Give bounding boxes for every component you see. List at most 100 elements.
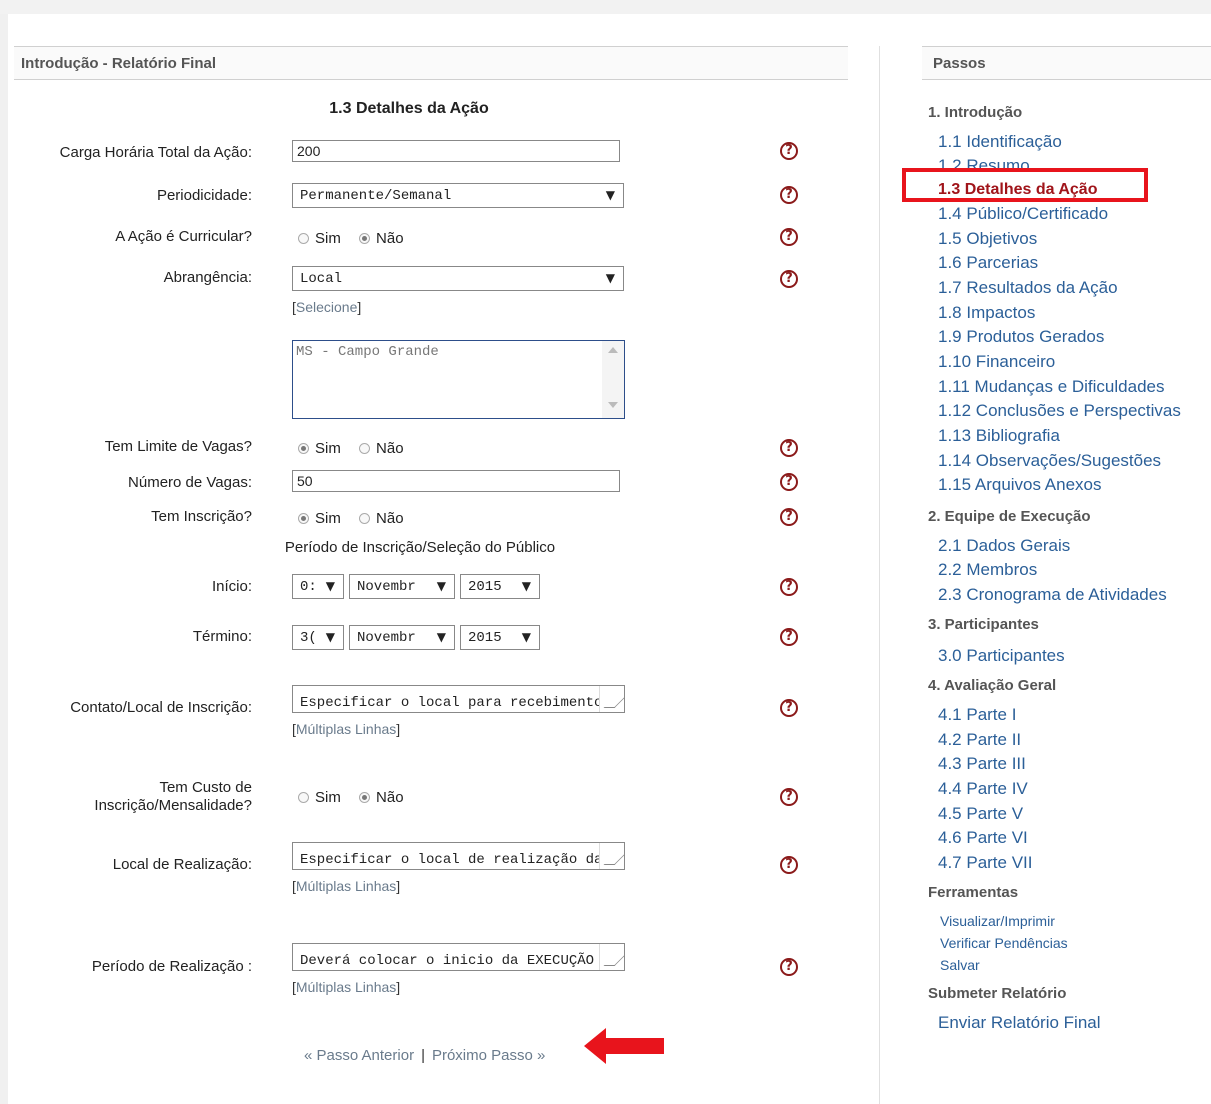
- dropdown-arrow-icon: ▼: [521, 579, 531, 593]
- inscricao-sim-radio[interactable]: Sim: [298, 510, 341, 527]
- panel-title: Introdução - Relatório Final: [21, 55, 217, 72]
- inscricao-nao-radio[interactable]: Não: [359, 510, 404, 527]
- termino-year-select[interactable]: 2015 ▼: [460, 625, 540, 650]
- dropdown-arrow-icon: ▼: [521, 630, 531, 644]
- periodicidade-select[interactable]: Permanente/Semanal ▼: [292, 183, 624, 208]
- multiplas-linhas-link[interactable]: Múltiplas Linhas: [296, 721, 396, 737]
- dropdown-arrow-icon: ▼: [436, 579, 446, 593]
- resize-grip-icon[interactable]: [599, 944, 624, 970]
- contato-label: Contato/Local de Inscrição:: [70, 699, 252, 716]
- step-1-6[interactable]: 1.6 Parcerias: [938, 253, 1038, 273]
- periodicidade-label: Periodicidade:: [156, 187, 252, 204]
- help-icon[interactable]: ?: [780, 473, 798, 491]
- step-1-4[interactable]: 1.4 Público/Certificado: [938, 204, 1108, 224]
- selecione-link-wrap: [Selecione]: [292, 299, 362, 315]
- step-2-2[interactable]: 2.2 Membros: [938, 560, 1037, 580]
- sidebar-title: Passos: [933, 55, 986, 72]
- help-icon[interactable]: ?: [780, 186, 798, 204]
- multiplas-linhas-wrap: [Múltiplas Linhas]: [292, 721, 401, 737]
- step-2-3[interactable]: 2.3 Cronograma de Atividades: [938, 585, 1167, 605]
- radio-selected-icon: [359, 233, 371, 244]
- pager: « Passo Anterior | Próximo Passo »: [304, 1047, 545, 1064]
- limite-nao-radio[interactable]: Não: [359, 440, 404, 457]
- help-icon[interactable]: ?: [780, 788, 798, 806]
- pager-separator: |: [421, 1047, 425, 1064]
- periodicidade-value: Permanente/Semanal: [300, 188, 452, 204]
- help-icon[interactable]: ?: [780, 228, 798, 246]
- help-icon[interactable]: ?: [780, 856, 798, 874]
- step-4-2[interactable]: 4.2 Parte II: [938, 730, 1021, 750]
- termino-label: Término:: [192, 628, 252, 645]
- step-1-9[interactable]: 1.9 Produtos Gerados: [938, 327, 1104, 347]
- previous-step-link[interactable]: « Passo Anterior: [304, 1047, 414, 1064]
- custo-label: Tem Custo de Inscrição/Mensalidade?: [94, 779, 252, 814]
- scrollbar[interactable]: [602, 341, 624, 418]
- step-1-12[interactable]: 1.12 Conclusões e Perspectivas: [938, 401, 1181, 421]
- inicio-year-select[interactable]: 2015 ▼: [460, 574, 540, 599]
- abrangencia-list[interactable]: MS - Campo Grande: [292, 340, 625, 419]
- step-1-10[interactable]: 1.10 Financeiro: [938, 352, 1055, 372]
- help-icon[interactable]: ?: [780, 142, 798, 160]
- next-step-link[interactable]: Próximo Passo »: [432, 1047, 545, 1064]
- inicio-month-select[interactable]: Novembr ▼: [349, 574, 455, 599]
- help-icon[interactable]: ?: [780, 439, 798, 457]
- carga-horaria-input[interactable]: 200: [292, 140, 620, 162]
- custo-sim-radio[interactable]: Sim: [298, 789, 341, 806]
- curricular-radio-group: Sim Não: [298, 230, 418, 247]
- radio-selected-icon: [298, 443, 309, 454]
- curricular-sim-radio[interactable]: Sim: [298, 230, 341, 247]
- contato-textarea[interactable]: Especificar o local para recebimento das: [292, 685, 625, 713]
- step-4-5[interactable]: 4.5 Parte V: [938, 804, 1023, 824]
- top-bar: [0, 0, 1211, 14]
- step-1-15[interactable]: 1.15 Arquivos Anexos: [938, 475, 1102, 495]
- resize-grip-icon[interactable]: [599, 843, 624, 869]
- scroll-up-icon[interactable]: [608, 347, 618, 353]
- radio-selected-icon: [298, 513, 309, 524]
- multiplas-linhas-link[interactable]: Múltiplas Linhas: [296, 979, 396, 995]
- periodo-inscricao-heading: Período de Inscrição/Seleção do Público: [284, 539, 556, 556]
- abrangencia-list-value: MS - Campo Grande: [296, 344, 439, 360]
- limite-sim-radio[interactable]: Sim: [298, 440, 341, 457]
- local-realizacao-textarea[interactable]: Especificar o local de realização das: [292, 842, 625, 870]
- step-4-4[interactable]: 4.4 Parte IV: [938, 779, 1028, 799]
- help-icon[interactable]: ?: [780, 508, 798, 526]
- step-4-6[interactable]: 4.6 Parte VI: [938, 828, 1028, 848]
- step-1-1[interactable]: 1.1 Identificação: [938, 132, 1062, 152]
- periodo-realizacao-textarea[interactable]: Deverá colocar o inicio da EXECUÇÃO: [292, 943, 625, 971]
- help-icon[interactable]: ?: [780, 699, 798, 717]
- submit-report-link[interactable]: Enviar Relatório Final: [938, 1013, 1101, 1033]
- step-4-1[interactable]: 4.1 Parte I: [938, 705, 1016, 725]
- step-1-7[interactable]: 1.7 Resultados da Ação: [938, 278, 1118, 298]
- help-icon[interactable]: ?: [780, 270, 798, 288]
- abrangencia-select[interactable]: Local ▼: [292, 266, 624, 291]
- custo-nao-radio[interactable]: Não: [359, 789, 404, 806]
- termino-day-select[interactable]: 3(▼: [292, 625, 344, 650]
- help-icon[interactable]: ?: [780, 628, 798, 646]
- tool-visualizar[interactable]: Visualizar/Imprimir: [940, 913, 1055, 929]
- curricular-nao-radio[interactable]: Não: [359, 230, 404, 247]
- inicio-day-select[interactable]: 0: ▼: [292, 574, 344, 599]
- step-3-0[interactable]: 3.0 Participantes: [938, 646, 1065, 666]
- step-4-3[interactable]: 4.3 Parte III: [938, 754, 1026, 774]
- step-2-1[interactable]: 2.1 Dados Gerais: [938, 536, 1070, 556]
- step-1-11[interactable]: 1.11 Mudanças e Dificuldades: [938, 377, 1165, 397]
- step-1-8[interactable]: 1.8 Impactos: [938, 303, 1035, 323]
- step-1-14[interactable]: 1.14 Observações/Sugestões: [938, 451, 1161, 471]
- step-4-7[interactable]: 4.7 Parte VII: [938, 853, 1033, 873]
- radio-icon: [359, 513, 371, 524]
- tool-verificar[interactable]: Verificar Pendências: [940, 935, 1068, 951]
- sidebar-header: Passos: [922, 46, 1211, 80]
- scroll-down-icon[interactable]: [608, 402, 618, 408]
- multiplas-linhas-link[interactable]: Múltiplas Linhas: [296, 878, 396, 894]
- resize-grip-icon[interactable]: [599, 686, 624, 712]
- termino-month-select[interactable]: Novembr ▼: [349, 625, 455, 650]
- step-1-13[interactable]: 1.13 Bibliografia: [938, 426, 1060, 446]
- radio-icon: [298, 792, 309, 803]
- help-icon[interactable]: ?: [780, 958, 798, 976]
- numero-vagas-input[interactable]: 50: [292, 470, 620, 492]
- tool-salvar[interactable]: Salvar: [940, 957, 980, 973]
- left-border: [0, 14, 8, 1104]
- step-1-5[interactable]: 1.5 Objetivos: [938, 229, 1037, 249]
- help-icon[interactable]: ?: [780, 578, 798, 596]
- selecione-link[interactable]: Selecione: [296, 299, 358, 315]
